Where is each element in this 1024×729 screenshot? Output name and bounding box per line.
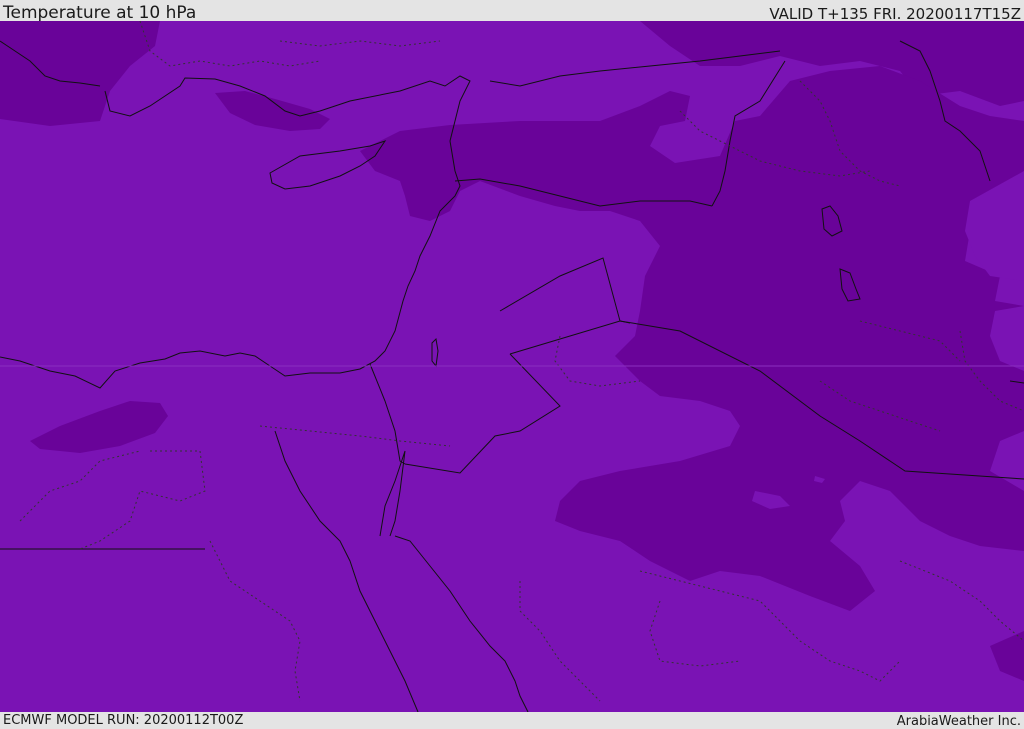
header-bar: Temperature at 10 hPa VALID T+135 FRI. 2… — [0, 0, 1024, 23]
map-canvas — [0, 21, 1024, 712]
map-title: Temperature at 10 hPa — [3, 3, 197, 23]
weather-map-window: Temperature at 10 hPa VALID T+135 FRI. 2… — [0, 0, 1024, 729]
temperature-map[interactable] — [0, 21, 1024, 712]
footer-bar: ECMWF MODEL RUN: 20200112T00Z ArabiaWeat… — [0, 712, 1024, 729]
model-run-label: ECMWF MODEL RUN: 20200112T00Z — [3, 713, 244, 728]
credit-label: ArabiaWeather Inc. — [896, 714, 1021, 729]
